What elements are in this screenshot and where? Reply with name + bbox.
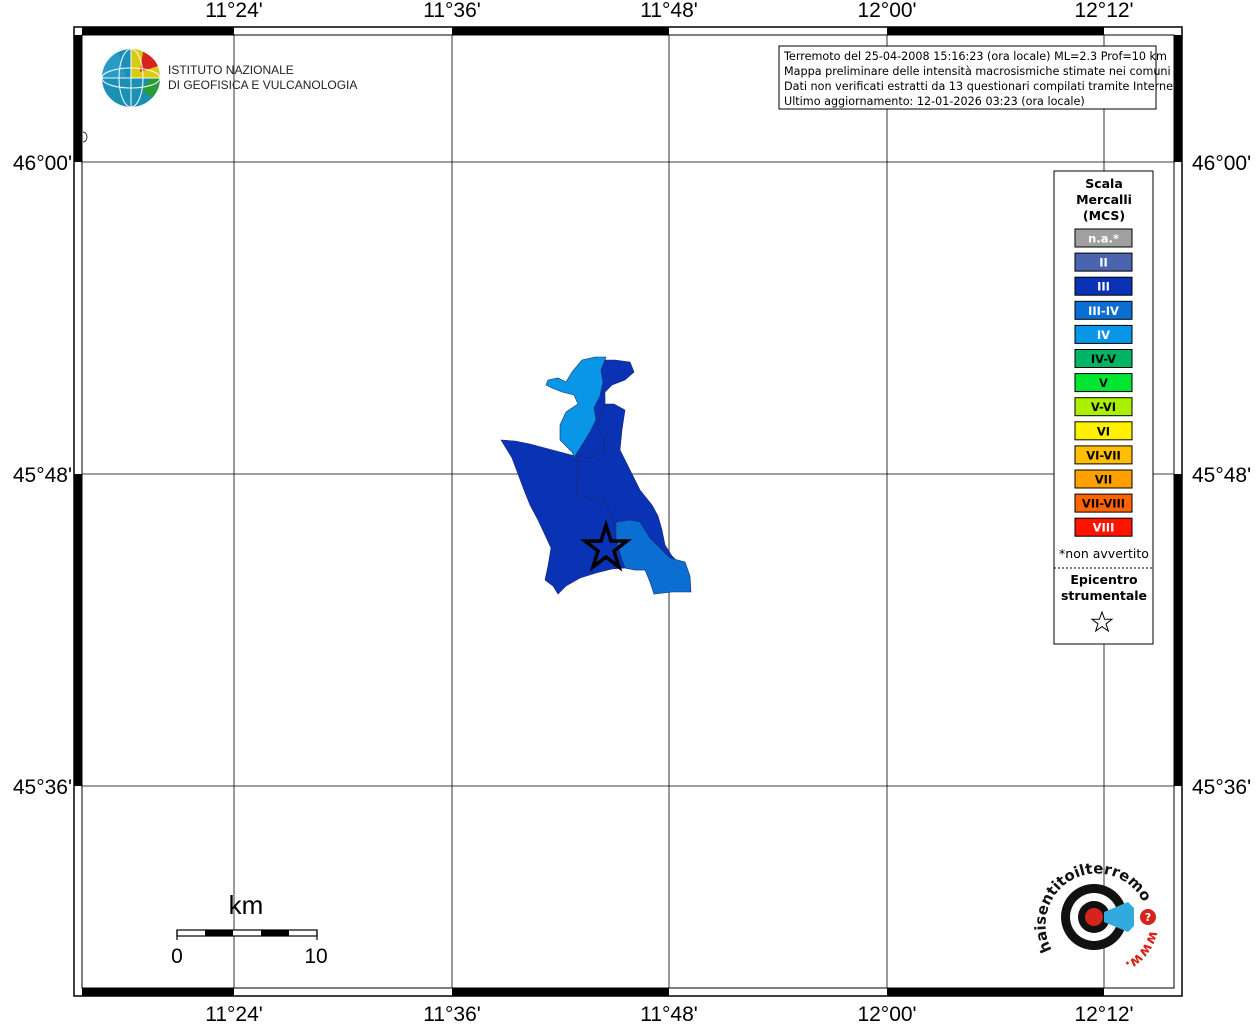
lat-label: 46°00' bbox=[13, 152, 72, 175]
legend-chip-label: II bbox=[1099, 256, 1108, 270]
earthquake-info-box: Terremoto del 25-04-2008 15:16:23 (ora l… bbox=[778, 45, 1181, 110]
lon-label: 11°48' bbox=[640, 1003, 698, 1024]
legend-epicenter-label: strumentale bbox=[1061, 588, 1147, 603]
lon-label: 11°24' bbox=[205, 1003, 263, 1024]
svg-text:?: ? bbox=[1145, 911, 1151, 924]
lon-label: 11°24' bbox=[205, 0, 263, 22]
lat-label: 45°48' bbox=[13, 464, 72, 487]
scale-min-label: 0 bbox=[171, 945, 183, 968]
ingv-logo-line1: ISTITUTO NAZIONALE bbox=[168, 63, 294, 77]
scale-unit: km bbox=[229, 890, 264, 920]
latitude-labels-right: 46°00' 45°48' 45°36' bbox=[1192, 152, 1251, 799]
legend-chip-label: VI bbox=[1097, 424, 1110, 438]
legend-title-line: Mercalli bbox=[1076, 192, 1132, 207]
legend-chip-label: IV bbox=[1097, 328, 1110, 342]
lat-label: 45°36' bbox=[13, 776, 72, 799]
lon-label: 11°36' bbox=[423, 1003, 481, 1024]
info-line-data-source: Dati non verificati estratti da 13 quest… bbox=[784, 80, 1181, 93]
lon-label: 11°36' bbox=[423, 0, 481, 22]
ingv-logo-line2: DI GEOFISICA E VULCANOLOGIA bbox=[168, 78, 357, 92]
legend-chip-label: VII bbox=[1095, 473, 1112, 487]
legend-chip-label: III-IV bbox=[1088, 304, 1119, 318]
latitude-labels-left: 46°00' 45°48' 45°36' bbox=[13, 152, 72, 799]
legend-chip-label: V-VI bbox=[1091, 400, 1116, 414]
longitude-labels-top: 11°24' 11°36' 11°48' 12°00' 12°12' bbox=[205, 0, 1133, 22]
legend-note: *non avvertito bbox=[1059, 546, 1149, 561]
longitude-labels-bottom: 11°24' 11°36' 11°48' 12°00' 12°12' bbox=[205, 1003, 1133, 1024]
legend-chip-label: n.a.* bbox=[1088, 232, 1119, 246]
lon-label: 12°00' bbox=[857, 1003, 916, 1024]
legend-chip-label: VIII bbox=[1093, 521, 1115, 535]
info-line-description: Mappa preliminare delle intensità macros… bbox=[784, 65, 1171, 78]
info-line-updated: Ultimo aggiornamento: 12-01-2026 03:23 (… bbox=[784, 95, 1085, 108]
lat-label: 46°00' bbox=[1192, 152, 1251, 175]
legend-chip-label: IV-V bbox=[1091, 352, 1116, 366]
legend-chip-label: VII-VIII bbox=[1082, 497, 1125, 511]
scale-max-label: 10 bbox=[304, 945, 327, 968]
lon-label: 12°12' bbox=[1074, 0, 1133, 22]
lat-label: 45°36' bbox=[1192, 776, 1251, 799]
lon-label: 11°48' bbox=[640, 0, 698, 22]
lon-label: 12°00' bbox=[857, 0, 916, 22]
legend-chip-label: VI-VII bbox=[1086, 448, 1121, 462]
lon-label: 12°12' bbox=[1074, 1003, 1133, 1024]
intensity-legend: Scala Mercalli (MCS) n.a.*IIIIIIII-IVIVI… bbox=[1053, 170, 1154, 645]
intensity-map: 11°24' 11°36' 11°48' 12°00' 12°12' 11°24… bbox=[0, 0, 1251, 1024]
legend-chip-label: V bbox=[1099, 376, 1108, 390]
legend-title-line: Scala bbox=[1085, 176, 1123, 191]
info-line-event: Terremoto del 25-04-2008 15:16:23 (ora l… bbox=[783, 50, 1167, 63]
legend-epicenter-label: Epicentro bbox=[1070, 572, 1138, 587]
lat-label: 45°48' bbox=[1192, 464, 1251, 487]
legend-chip-label: III bbox=[1097, 280, 1110, 294]
legend-title-line: (MCS) bbox=[1083, 208, 1125, 223]
